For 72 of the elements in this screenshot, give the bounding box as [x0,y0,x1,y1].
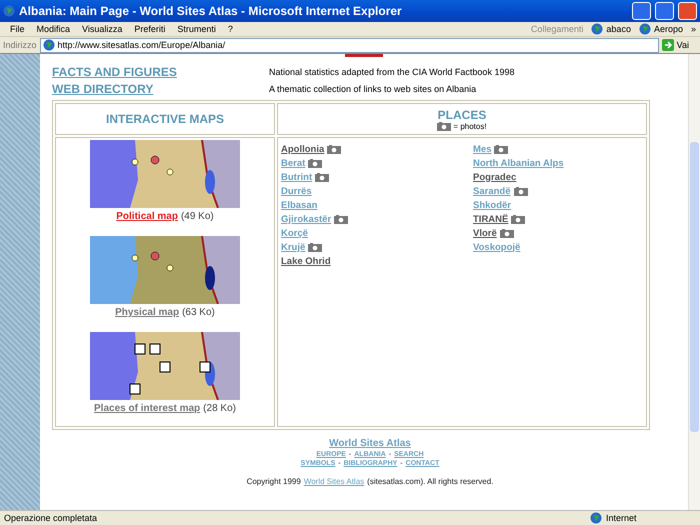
globe-icon [591,23,604,35]
place-link[interactable]: Pogradec [473,172,516,182]
place-link[interactable]: Shkodër [473,200,512,210]
favorite-link[interactable]: abaco [591,23,639,35]
maximize-button[interactable] [655,2,674,20]
address-field[interactable]: http://www.sitesatlas.com/Europe/Albania/ [40,38,659,52]
scroll-thumb[interactable] [690,142,699,432]
menu-item[interactable]: Strumenti [171,24,222,34]
minimize-button[interactable] [632,2,651,20]
copyright-text: Copyright 1999 [246,477,301,486]
address-label: Indirizzo [3,40,37,50]
map-link[interactable]: Physical map [115,307,180,318]
legend-text: = photos! [453,122,487,130]
place-link[interactable]: Apollonia [281,144,324,154]
section-description: A thematic collection of links to web sites on Albania [269,84,478,94]
page-icon [42,39,55,51]
camera-icon [500,228,514,238]
camera-icon [327,144,342,154]
camera-icon [308,158,322,168]
close-button[interactable] [678,2,697,20]
links-label: Collegamenti [530,24,584,34]
place-link[interactable]: Berat [281,158,306,168]
place-link[interactable]: Butrint [281,172,312,182]
camera-icon [437,122,452,130]
arrow-icon [662,39,674,51]
footer-title-link[interactable]: World Sites Atlas [329,438,411,449]
favorite-link[interactable]: Aeropo [638,23,691,35]
place-link[interactable]: Durrës [281,186,312,196]
place-link[interactable]: Krujë [281,242,306,252]
column-heading: INTERACTIVE MAPS [106,112,224,126]
status-text: Operazione completata [4,513,98,523]
copyright-text: (sitesatlas.com). All rights reserved. [367,477,494,486]
place-link[interactable]: Voskopojë [473,242,520,252]
place-link[interactable]: Elbasan [281,200,318,210]
camera-icon [308,242,322,252]
camera-icon [334,214,348,224]
menu-item[interactable]: Modifica [30,24,76,34]
file-size: (63 Ko) [182,307,215,318]
camera-icon [511,214,526,224]
section-link[interactable]: WEB DIRECTORY [52,82,269,96]
place-link[interactable]: Mes [473,144,492,154]
place-link[interactable]: Gjirokastër [281,214,332,224]
menu-item[interactable]: Visualizza [76,24,128,34]
window-title: Albania: Main Page - World Sites Atlas - Microsoft Internet Explorer [19,4,403,18]
section-link[interactable]: FACTS AND FIGURES [52,65,269,79]
section-description: National statistics adapted from the CIA World Factbook 1998 [269,67,514,77]
camera-icon [315,172,330,182]
map-link[interactable]: Places of interest map [94,403,200,414]
browser-icon [3,5,15,17]
place-link[interactable]: North Albanian Alps [473,158,564,168]
column-heading: PLACES [438,108,486,122]
menu-item[interactable]: Preferiti [128,24,172,34]
globe-icon [638,23,651,35]
file-size: (49 Ko) [180,211,214,222]
camera-icon [494,144,508,154]
globe-icon [590,512,602,524]
place-link[interactable]: TIRANË [473,214,508,224]
more-chevron[interactable]: » [690,24,696,34]
map-link[interactable]: Political map [116,211,178,222]
banner-edge-strip [345,54,383,57]
place-link[interactable]: Lake Ohrid [281,256,331,266]
copyright-link[interactable]: World Sites Atlas [304,477,364,486]
place-link[interactable]: Sarandë [473,186,510,196]
go-button[interactable]: Vai [662,39,697,51]
menu-item[interactable]: ? [222,24,239,34]
menu-item[interactable]: File [4,24,31,34]
camera-icon [514,186,528,196]
place-link[interactable]: Korçë [281,228,308,238]
place-link[interactable]: Vlorë [473,228,497,238]
zone-text: Internet [606,513,638,523]
file-size: (28 Ko) [203,403,236,414]
scrollbar[interactable] [688,54,700,510]
